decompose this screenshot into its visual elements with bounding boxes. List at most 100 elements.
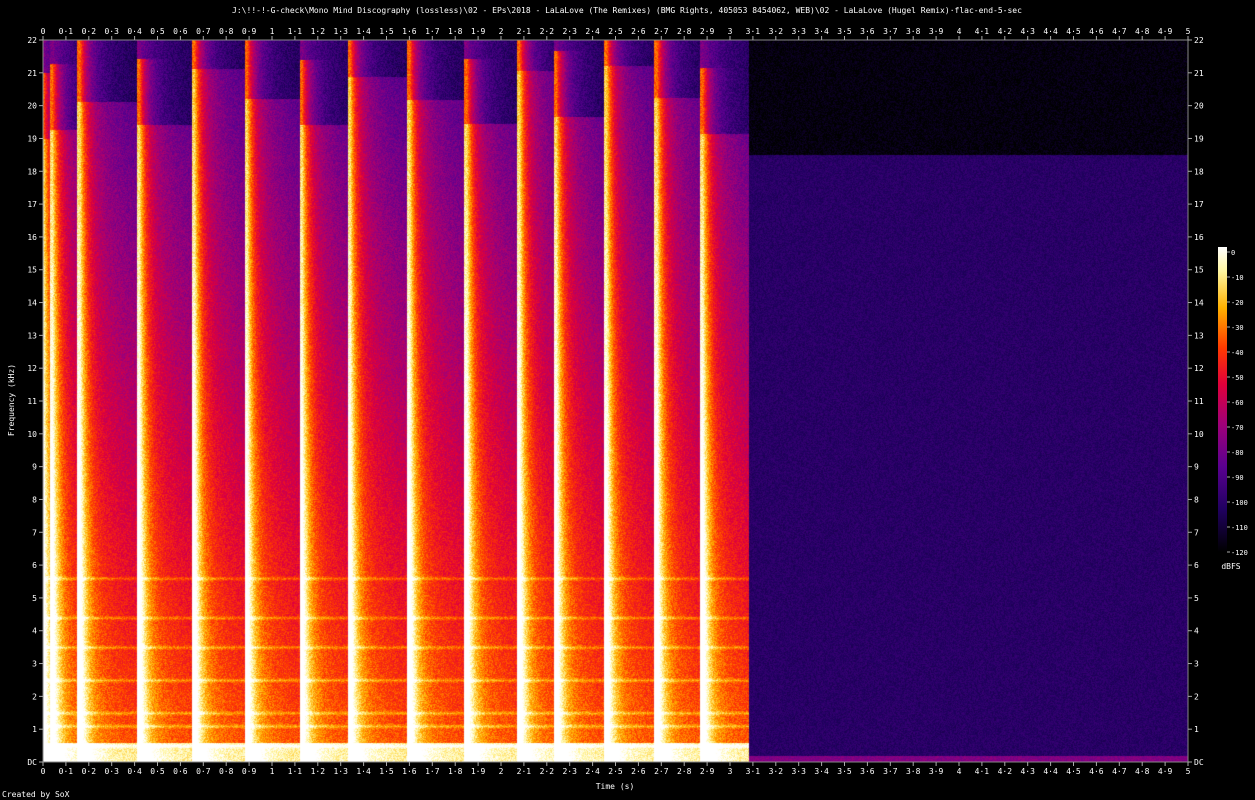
y-tick-label-left: 1 — [32, 725, 37, 734]
x-tick-label-top: 1·6 — [402, 27, 417, 36]
x-tick-label-bottom: 3·9 — [929, 767, 944, 776]
x-tick-label-top: 3 — [728, 27, 733, 36]
x-tick-label-bottom: 3·6 — [860, 767, 875, 776]
y-axis-label: Frequency (kHz) — [7, 364, 16, 436]
x-tick-label-top: 3·1 — [746, 27, 761, 36]
x-tick-label-bottom: 4·4 — [1043, 767, 1058, 776]
x-tick-label-bottom: 1·4 — [356, 767, 371, 776]
x-tick-label-top: 4·3 — [1020, 27, 1035, 36]
x-tick-label-top: 4·6 — [1089, 27, 1104, 36]
x-tick-label-bottom: 0·8 — [219, 767, 234, 776]
x-tick-label-top: 2·4 — [585, 27, 600, 36]
x-tick-label-top: 3·8 — [906, 27, 921, 36]
x-tick-label-bottom: 3·8 — [906, 767, 921, 776]
x-tick-label-top: 0·8 — [219, 27, 234, 36]
x-tick-label-bottom: 4·9 — [1158, 767, 1173, 776]
y-tick-label-left: 4 — [32, 627, 37, 636]
y-tick-label-right: 3 — [1194, 660, 1199, 669]
x-tick-label-bottom: 0·4 — [127, 767, 142, 776]
x-tick-label-bottom: 2·6 — [631, 767, 646, 776]
colorbar-tick-label: -30 — [1231, 324, 1244, 332]
x-tick-label-bottom: 3·5 — [837, 767, 852, 776]
x-tick-label-top: 1·1 — [288, 27, 303, 36]
y-tick-label-right: 11 — [1194, 397, 1204, 406]
y-tick-label-left: 7 — [32, 528, 37, 537]
colorbar-tick-label: -10 — [1231, 274, 1244, 282]
x-tick-label-top: 3·3 — [791, 27, 806, 36]
x-tick-label-top: 3·2 — [769, 27, 784, 36]
x-tick-label-bottom: 3·1 — [746, 767, 761, 776]
x-tick-label-top: 2·6 — [631, 27, 646, 36]
x-tick-label-bottom: 4·3 — [1020, 767, 1035, 776]
x-tick-label-top: 4·5 — [1066, 27, 1081, 36]
x-tick-label-bottom: 1·3 — [333, 767, 348, 776]
x-tick-label-top: 0·1 — [59, 27, 74, 36]
y-tick-label-right: 16 — [1194, 233, 1204, 242]
colorbar-tick-label: -40 — [1231, 349, 1244, 357]
y-tick-label-left: 21 — [27, 69, 37, 78]
y-tick-label-right: 14 — [1194, 299, 1204, 308]
x-tick-label-top: 3·5 — [837, 27, 852, 36]
x-tick-label-top: 3·9 — [929, 27, 944, 36]
y-tick-label-left: 13 — [27, 331, 37, 340]
x-tick-label-bottom: 3·4 — [814, 767, 829, 776]
colorbar-ticks: 0 -10 -20 -30 -40 -50 -60 -70 -80 -90 -100 -110 -120 — [1227, 249, 1248, 557]
x-tick-label-bottom: 5 — [1186, 767, 1191, 776]
y-axis-right: DC12345678910111213141516171819202122 — [1188, 36, 1204, 767]
credit-text: Created by SoX — [2, 790, 70, 799]
y-tick-label-left: 20 — [27, 102, 37, 111]
y-tick-label-left: 16 — [27, 233, 37, 242]
x-tick-label-bottom: 3 — [728, 767, 733, 776]
colorbar-tick-label: 0 — [1231, 249, 1235, 257]
x-tick-label-top: 0·4 — [127, 27, 142, 36]
colorbar-tick-label: -60 — [1231, 399, 1244, 407]
x-tick-label-top: 1·2 — [311, 27, 326, 36]
x-tick-label-top: 0·6 — [173, 27, 188, 36]
x-tick-label-top: 1·3 — [333, 27, 348, 36]
y-tick-label-right: 21 — [1194, 69, 1204, 78]
x-tick-label-top: 4·4 — [1043, 27, 1058, 36]
y-tick-label-right: 15 — [1194, 266, 1204, 275]
x-tick-label-bottom: 4·6 — [1089, 767, 1104, 776]
x-tick-label-bottom: 0·7 — [196, 767, 211, 776]
y-tick-label-left: 14 — [27, 299, 37, 308]
y-tick-label-left: 6 — [32, 561, 37, 570]
y-tick-label-right: 18 — [1194, 167, 1204, 176]
y-tick-label-left: 22 — [27, 36, 37, 45]
y-tick-label-right: 17 — [1194, 200, 1204, 209]
x-tick-label-top: 4·7 — [1112, 27, 1127, 36]
x-tick-label-bottom: 0·1 — [59, 767, 74, 776]
x-tick-label-bottom: 0·9 — [242, 767, 257, 776]
x-tick-label-top: 2 — [499, 27, 504, 36]
x-tick-label-bottom: 2·1 — [517, 767, 532, 776]
x-tick-label-bottom: 2·7 — [654, 767, 669, 776]
y-tick-label-left: DC — [27, 758, 37, 767]
x-tick-label-top: 1 — [270, 27, 275, 36]
y-tick-label-left: 8 — [32, 495, 37, 504]
colorbar-tick-label: -70 — [1231, 424, 1244, 432]
x-tick-label-top: 4·1 — [975, 27, 990, 36]
x-tick-label-top: 2·9 — [700, 27, 715, 36]
x-tick-label-bottom: 2·4 — [585, 767, 600, 776]
y-tick-label-left: 15 — [27, 266, 37, 275]
y-tick-label-left: 3 — [32, 660, 37, 669]
y-tick-label-right: 4 — [1194, 627, 1199, 636]
x-tick-label-bottom: 1·6 — [402, 767, 417, 776]
y-tick-label-right: DC — [1194, 758, 1204, 767]
colorbar-tick-label: -80 — [1231, 449, 1244, 457]
x-axis-top: 0 0·1 0·2 0·3 0·4 0·5 0·6 0·7 0·8 0·9 1 1·1 1·2 1·3 1·… — [41, 27, 1191, 40]
x-tick-label-top: 4·8 — [1135, 27, 1150, 36]
x-tick-label-bottom: 1·1 — [288, 767, 303, 776]
x-tick-label-top: 2·7 — [654, 27, 669, 36]
x-tick-label-bottom: 2·2 — [540, 767, 555, 776]
x-tick-label-top: 2·8 — [677, 27, 692, 36]
x-tick-label-bottom: 4·8 — [1135, 767, 1150, 776]
x-tick-label-top: 2·1 — [517, 27, 532, 36]
x-tick-label-bottom: 0·5 — [150, 767, 165, 776]
x-tick-label-bottom: 0·3 — [104, 767, 119, 776]
x-tick-label-top: 1·7 — [425, 27, 440, 36]
x-tick-label-top: 4·2 — [998, 27, 1013, 36]
y-tick-label-right: 2 — [1194, 692, 1199, 701]
y-tick-label-left: 5 — [32, 594, 37, 603]
y-tick-label-right: 1 — [1194, 725, 1199, 734]
